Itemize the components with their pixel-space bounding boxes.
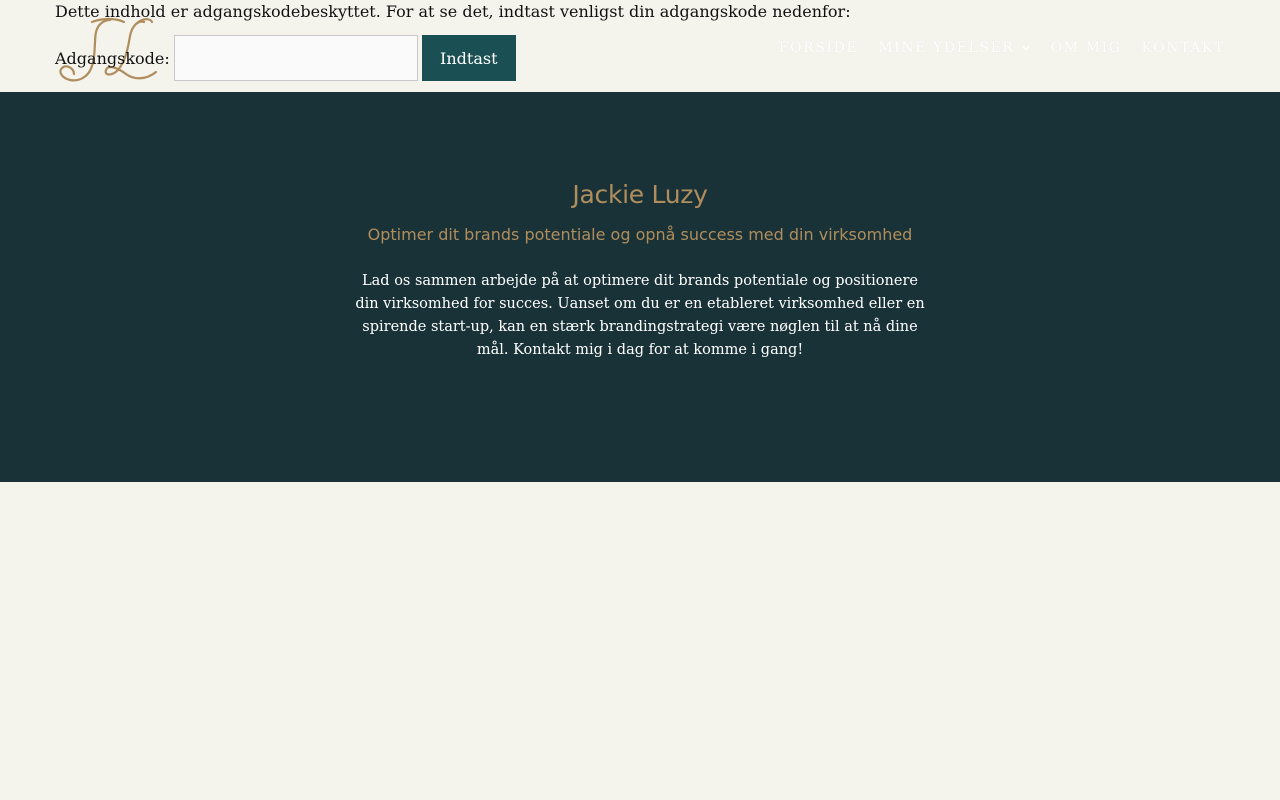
hero-title: Jackie Luzy bbox=[572, 180, 708, 209]
page: FORSIDE MINE YDELSER OM MIG KONTAKT Dett… bbox=[0, 0, 1280, 800]
hero-body-text: Lad os sammen arbejde på at optimere dit… bbox=[355, 272, 925, 358]
nav-item-forside[interactable]: FORSIDE bbox=[779, 40, 859, 56]
chevron-down-icon bbox=[1022, 46, 1030, 51]
nav-item-om-mig[interactable]: OM MIG bbox=[1051, 40, 1122, 56]
page-background bbox=[0, 482, 1280, 800]
nav-item-label: KONTAKT bbox=[1141, 40, 1225, 56]
nav-item-mine-ydelser[interactable]: MINE YDELSER bbox=[878, 40, 1030, 56]
password-form: Adgangskode: Indtast bbox=[55, 35, 516, 81]
nav-item-kontakt[interactable]: KONTAKT bbox=[1142, 40, 1226, 56]
hero-subtitle: Optimer dit brands potentiale og opnå su… bbox=[367, 225, 913, 244]
password-submit-button[interactable]: Indtast bbox=[421, 35, 516, 81]
password-input[interactable] bbox=[173, 35, 418, 81]
main-nav: FORSIDE MINE YDELSER OM MIG KONTAKT bbox=[779, 40, 1225, 56]
password-notice: Dette indhold er adgangskodebeskyttet. F… bbox=[55, 2, 851, 21]
nav-item-label: MINE YDELSER bbox=[878, 40, 1015, 56]
nav-item-label: FORSIDE bbox=[778, 40, 859, 56]
hero-section: Jackie Luzy Optimer dit brands potential… bbox=[0, 92, 1280, 482]
password-label: Adgangskode: bbox=[55, 48, 170, 68]
nav-item-label: OM MIG bbox=[1050, 40, 1122, 56]
